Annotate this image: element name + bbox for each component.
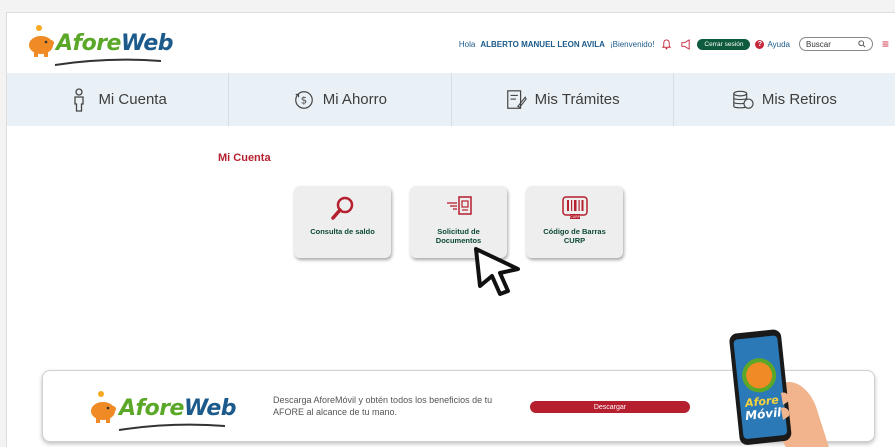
header: AforeWeb Hola ALBERTO MANUEL LEON AVILA … <box>7 13 895 73</box>
bell-icon[interactable] <box>659 37 673 51</box>
logo-swoosh <box>54 58 162 66</box>
piggy-bank-logo-icon <box>29 25 54 57</box>
magnifier-icon <box>330 196 353 220</box>
card-codigo-barras-curp[interactable]: CURP Código de Barras CURP <box>526 186 623 258</box>
help-label: Ayuda <box>767 39 790 49</box>
main-nav: Mi Cuenta $ Mi Ahorro Mis Trámites Mis R… <box>7 73 895 126</box>
logout-button[interactable]: Cerrar sesión <box>697 38 751 50</box>
card-label: Consulta de saldo <box>310 227 375 236</box>
afore-movil-phone-image: Afore Móvil <box>723 323 843 447</box>
banner-text: Descarga AforeMóvil y obtén todos los be… <box>273 395 493 417</box>
pointer-cursor-icon <box>474 247 520 296</box>
person-icon <box>74 87 85 112</box>
nav-item-label: Mis Retiros <box>761 91 837 108</box>
help-link[interactable]: ? Ayuda <box>755 39 790 49</box>
greeting-suffix: ¡Bienvenido! <box>609 39 655 49</box>
hand-phone-illustration: Afore Móvil <box>729 329 829 447</box>
nav-item-mis-tramites[interactable]: Mis Trámites <box>452 73 674 126</box>
hamburger-menu-icon[interactable]: ≡ <box>882 37 889 51</box>
logo-text: AforeWeb <box>56 31 174 56</box>
piggy-bank-logo-icon <box>91 391 116 423</box>
document-send-icon <box>446 196 472 215</box>
page: AforeWeb Hola ALBERTO MANUEL LEON AVILA … <box>6 12 895 447</box>
help-icon: ? <box>755 39 765 49</box>
card-label: Código de Barras CURP <box>543 227 606 245</box>
user-name: ALBERTO MANUEL LEON AVILA <box>480 39 605 49</box>
piggy-bank-icon: $ <box>294 90 313 109</box>
aforeweb-logo[interactable]: AforeWeb <box>27 21 174 66</box>
greeting-prefix: Hola <box>458 39 476 49</box>
card-consulta-saldo[interactable]: Consulta de saldo <box>294 186 391 258</box>
header-user-area: Hola ALBERTO MANUEL LEON AVILA ¡Bienveni… <box>459 36 889 52</box>
banner-aforeweb-logo: AforeWeb <box>89 385 237 431</box>
svg-text:$: $ <box>301 95 307 106</box>
document-pen-icon <box>506 89 527 109</box>
svg-text:CURP: CURP <box>570 215 580 219</box>
section-title: Mi Cuenta <box>218 152 271 164</box>
search-icon[interactable] <box>858 40 866 48</box>
logo-text: AforeWeb <box>119 396 237 421</box>
logo-swoosh <box>118 423 226 431</box>
search-placeholder: Buscar <box>805 39 831 49</box>
coins-stack-icon <box>733 90 754 109</box>
nav-item-label: Mi Cuenta <box>98 91 167 108</box>
megaphone-icon[interactable] <box>678 37 692 51</box>
download-button[interactable]: Descargar <box>530 401 690 413</box>
nav-item-mis-retiros[interactable]: Mis Retiros <box>674 73 895 126</box>
barcode-curp-icon: CURP <box>561 196 588 219</box>
card-label: Solicitud de Documentos <box>435 227 482 245</box>
nav-item-mi-ahorro[interactable]: $ Mi Ahorro <box>229 73 452 126</box>
nav-item-label: Mis Trámites <box>534 91 620 108</box>
nav-item-label: Mi Ahorro <box>322 91 387 108</box>
nav-item-mi-cuenta[interactable]: Mi Cuenta <box>7 73 230 126</box>
search-input[interactable]: Buscar <box>798 37 873 51</box>
service-cards: Consulta de saldo Solicitud de Documento… <box>294 186 623 258</box>
